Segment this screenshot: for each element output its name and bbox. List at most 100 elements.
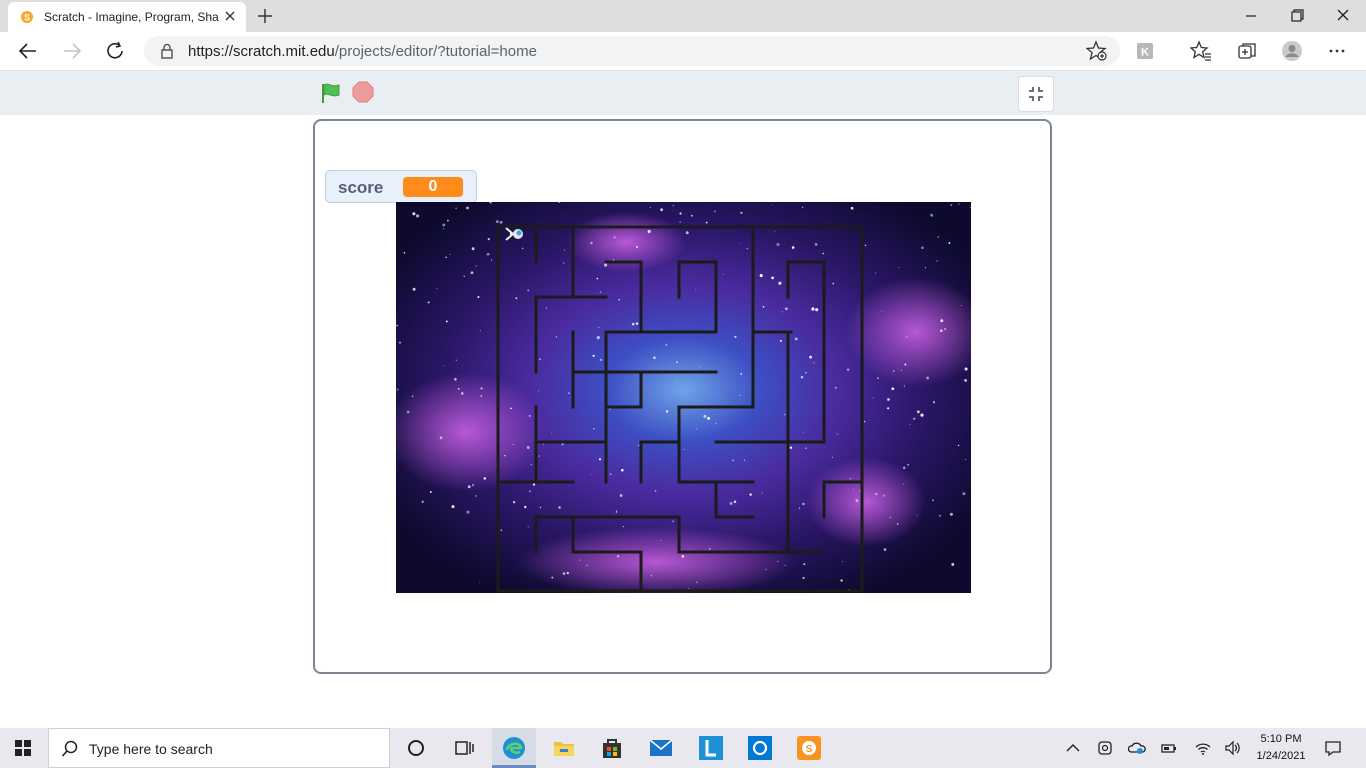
star [916,410,920,414]
star [622,525,625,528]
star [836,433,838,435]
star [809,355,813,359]
star [907,463,910,466]
refresh-icon[interactable] [104,40,128,62]
star [696,581,698,583]
star [789,446,793,449]
star [621,468,624,472]
battery-icon[interactable] [1160,739,1178,757]
star [538,390,540,392]
star [515,297,518,300]
star [653,356,656,360]
edge-icon[interactable] [502,736,526,760]
star [528,415,531,417]
star [961,305,963,306]
star [555,336,558,338]
lock-icon[interactable] [160,43,174,59]
star [647,229,651,234]
windows-taskbar: Type here to search S 5:10 PM 1/24/2021 [0,728,1366,768]
star [902,483,904,485]
star [964,378,968,382]
star [964,367,968,371]
star [761,492,763,494]
star [951,562,955,566]
star [920,413,924,417]
meet-icon[interactable] [1096,739,1114,757]
star [504,454,506,457]
back-icon[interactable] [16,40,40,62]
star [765,568,767,570]
scratch-app-icon[interactable]: S [797,736,821,760]
star [665,344,668,346]
chevron-up-icon[interactable] [1064,739,1082,757]
mail-icon[interactable] [649,736,673,760]
star [679,212,682,215]
more-icon[interactable] [1326,40,1348,62]
score-monitor[interactable]: score 0 [325,170,477,203]
star [598,458,602,461]
star [791,246,795,249]
star [842,561,843,562]
star [451,505,455,509]
star [568,392,570,394]
star [802,502,805,506]
star [483,477,487,480]
green-flag-icon[interactable] [319,81,343,105]
volume-icon[interactable] [1224,739,1242,757]
star [740,211,743,215]
task-view-icon[interactable] [452,736,476,760]
star [454,377,457,381]
star [913,417,916,420]
maze-game-canvas[interactable] [396,202,971,593]
star [802,431,804,433]
star [891,387,895,391]
star [883,548,887,551]
star [957,444,960,447]
taskbar-search-box[interactable]: Type here to search [48,728,390,768]
star [470,271,474,275]
add-favorite-icon[interactable] [1086,40,1108,62]
exit-fullscreen-button[interactable] [1018,76,1054,112]
cortana-icon[interactable] [404,736,428,760]
address-bar[interactable]: https://scratch.mit.edu/projects/editor/… [144,36,1120,66]
restore-icon[interactable] [1286,6,1308,26]
avatar-icon[interactable] [1281,40,1303,62]
close-icon[interactable] [222,8,238,24]
star [739,394,741,396]
plus-icon[interactable] [255,6,275,26]
stop-icon[interactable] [352,81,374,103]
search-icon [61,740,78,757]
file-explorer-icon[interactable] [552,736,576,760]
clock-date: 1/24/2021 [1256,750,1306,762]
star [759,274,763,278]
extension-icon[interactable]: K [1134,40,1156,62]
star [709,548,711,550]
star [784,564,786,567]
blue-app-icon[interactable] [748,736,772,760]
star [950,204,953,206]
star [696,428,698,430]
l-app-icon[interactable] [699,736,723,760]
store-icon[interactable] [600,736,624,760]
star [618,298,620,301]
star [566,571,569,575]
windows-start-icon[interactable] [14,739,32,757]
star [729,501,733,505]
star [887,398,890,401]
collections-icon[interactable] [1236,40,1258,62]
favorites-icon[interactable] [1190,40,1212,62]
star [676,361,679,364]
minimize-icon[interactable] [1240,6,1262,26]
star [762,305,765,308]
close-icon[interactable] [1332,6,1354,26]
taskbar-clock[interactable]: 5:10 PM 1/24/2021 [1248,731,1314,765]
forward-icon[interactable] [60,40,84,62]
exit-fullscreen-icon [1029,87,1043,101]
star [445,256,447,259]
star [924,266,927,269]
notification-icon[interactable] [1324,739,1342,757]
star [675,380,677,382]
browser-tab[interactable]: S Scratch - Imagine, Program, Sha [8,2,246,32]
onedrive-icon[interactable] [1128,739,1146,757]
wifi-icon[interactable] [1194,739,1212,757]
